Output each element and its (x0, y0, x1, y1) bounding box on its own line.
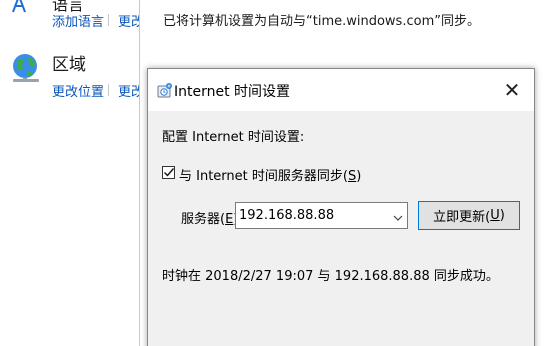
chevron-down-icon[interactable] (393, 211, 403, 221)
update-now-button[interactable]: 立即更新(U) (418, 201, 520, 230)
update-label-text: 立即更新( (433, 210, 491, 225)
dialog-title: Internet 时间设置 (174, 84, 291, 100)
close-icon: ✕ (503, 78, 521, 102)
server-combobox[interactable]: 192.168.88.88 (235, 202, 408, 229)
update-mnemonic: U (490, 208, 500, 223)
add-language-link[interactable]: 添加语言 (52, 11, 104, 30)
region-title: 区域 (52, 55, 86, 75)
sync-label-text: 与 Internet 时间服务器同步( (179, 169, 348, 184)
checkmark-icon (164, 168, 175, 177)
sync-label-end: ) (356, 169, 362, 184)
clock-settings-icon (157, 82, 173, 98)
change-location-link[interactable]: 更改位置 (52, 81, 104, 100)
auto-sync-text: 已将计算机设置为自动与“time.windows.com”同步。 (163, 14, 480, 29)
config-label: 配置 Internet 时间设置: (162, 130, 305, 145)
sync-status-text: 时钟在 2018/2/27 19:07 与 192.168.88.88 同步成功… (162, 269, 499, 284)
sync-checkbox-label[interactable]: 与 Internet 时间服务器同步(S) (179, 165, 361, 184)
globe-icon (10, 52, 42, 88)
server-label: 服务器(E): (181, 208, 243, 227)
sync-checkbox[interactable] (162, 166, 175, 179)
sync-mnemonic: S (347, 169, 357, 184)
server-label-text: 服务器( (181, 212, 226, 227)
internet-time-dialog: Internet 时间设置 ✕ 配置 Internet 时间设置: 与 Inte… (147, 68, 535, 346)
screen: 语言 添加语言 更改 区域 更改位置 更改 已将计算机设置为自动与“time.w… (0, 0, 555, 346)
update-label-end: ) (499, 208, 505, 223)
close-button[interactable]: ✕ (490, 69, 534, 111)
link-separator (108, 84, 109, 96)
dialog-edge (539, 0, 555, 346)
dialog-titlebar[interactable]: Internet 时间设置 ✕ (148, 69, 534, 111)
server-value[interactable]: 192.168.88.88 (239, 208, 334, 223)
language-icon (10, 0, 36, 14)
link-separator (108, 14, 109, 26)
